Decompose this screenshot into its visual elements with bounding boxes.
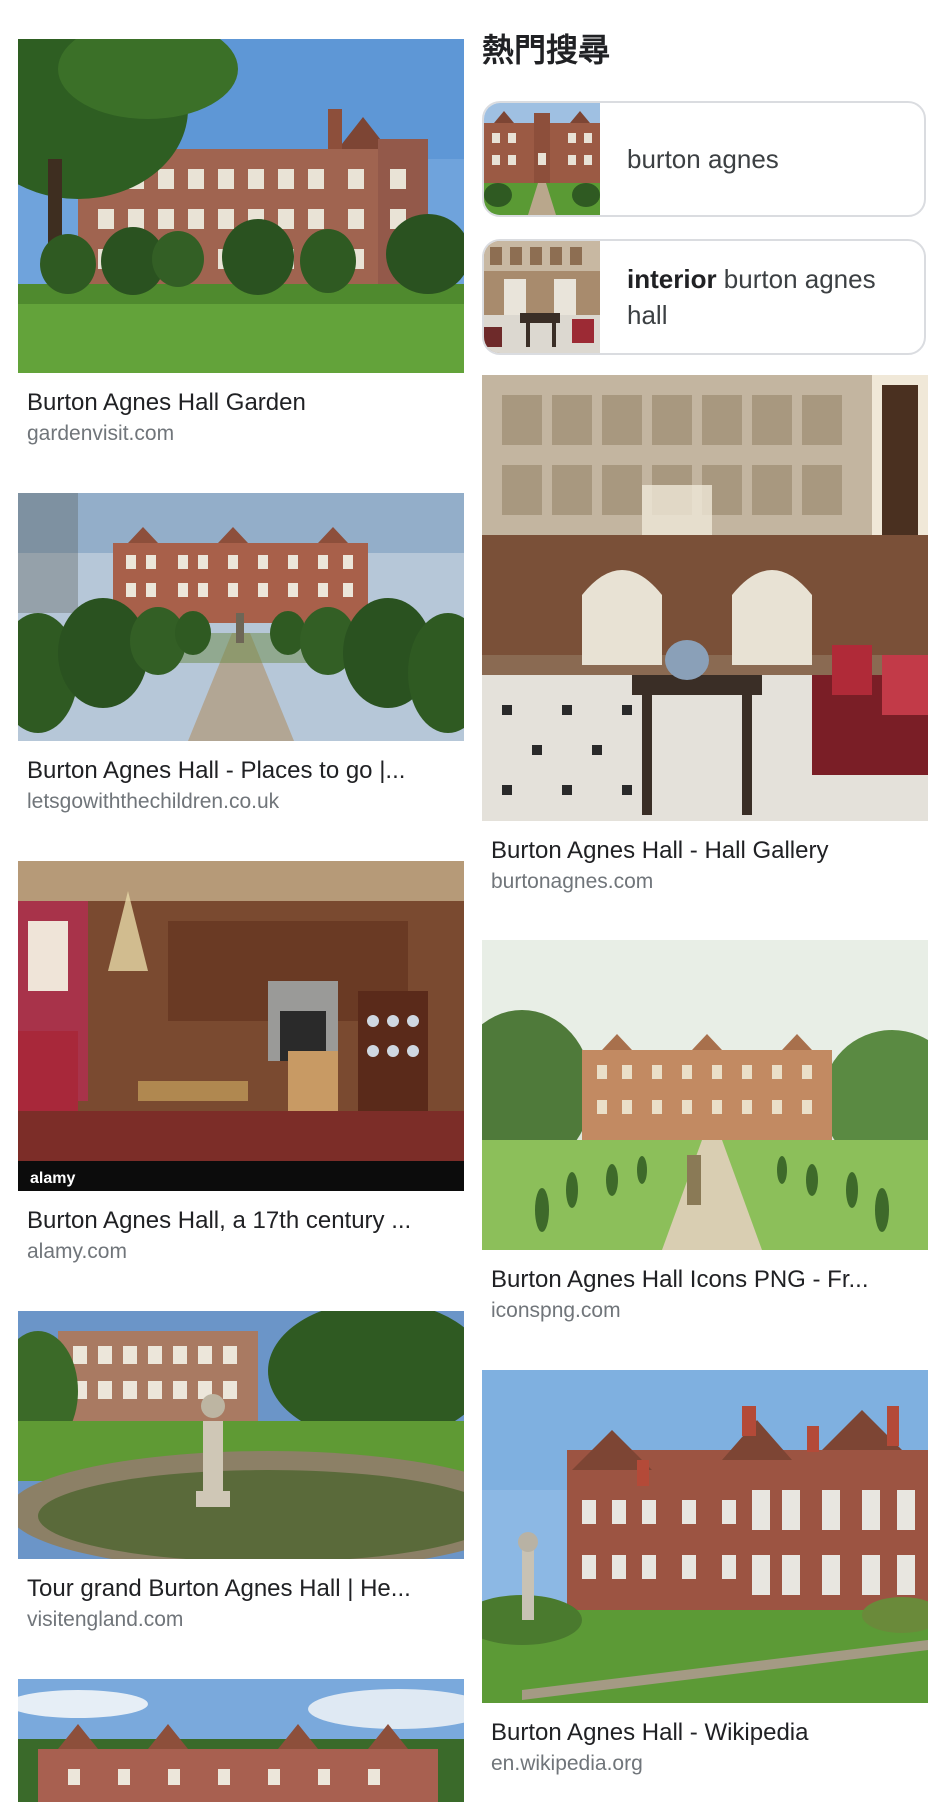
hall-with-topiary-garden-image[interactable] [18,39,464,373]
result-domain: letsgowiththechildren.co.uk [27,790,280,813]
drawing-room-interior-image[interactable]: alamy [18,861,464,1191]
result-domain: alamy.com [27,1240,127,1263]
great-hall-carved-screen-image[interactable] [482,375,928,821]
image-result-card[interactable]: Burton Agnes Hall Icons PNG - Fr... icon… [482,940,928,1330]
trending-searches-heading: 熱門搜尋 [482,31,611,69]
result-domain: gardenvisit.com [27,422,175,445]
result-domain: burtonagnes.com [491,870,654,893]
alamy-watermark: alamy [30,1170,75,1187]
result-title[interactable]: Burton Agnes Hall - Places to go |... [27,756,457,786]
result-title[interactable]: Tour grand Burton Agnes Hall | He... [27,1574,457,1604]
image-result-card[interactable]: Burton Agnes Hall - Hall Gallery burtona… [482,375,928,900]
hall-exterior-partial-image[interactable] [18,1679,464,1802]
image-result-card[interactable] [18,1679,464,1802]
image-result-card[interactable]: Burton Agnes Hall - Wikipedia en.wikiped… [482,1370,928,1790]
image-result-card[interactable]: alamy Burton Agnes Hall, a 17th century … [18,861,464,1274]
hall-topiary-avenue-image[interactable] [18,493,464,741]
trending-chip-label: interior burton agnes hall [627,264,876,330]
trending-chip-label: burton agnes [627,144,779,174]
image-result-card[interactable]: Burton Agnes Hall Garden gardenvisit.com [18,39,464,454]
result-title[interactable]: Burton Agnes Hall Garden [27,388,457,418]
trending-chip-interior-burton-agnes-hall[interactable]: interior burton agnes hall [482,239,926,355]
image-result-card[interactable]: Tour grand Burton Agnes Hall | He... vis… [18,1311,464,1641]
hall-painting-image[interactable] [482,940,928,1250]
result-title[interactable]: Burton Agnes Hall Icons PNG - Fr... [491,1265,921,1295]
result-title[interactable]: Burton Agnes Hall - Hall Gallery [491,836,921,866]
hall-exterior-thumbnail [484,103,600,215]
result-domain: visitengland.com [27,1608,184,1631]
image-result-card[interactable]: Burton Agnes Hall - Places to go |... le… [18,493,464,821]
result-title[interactable]: Burton Agnes Hall - Wikipedia [491,1718,921,1748]
hall-with-fountain-pond-image[interactable] [18,1311,464,1559]
result-title[interactable]: Burton Agnes Hall, a 17th century ... [27,1206,457,1236]
result-domain: en.wikipedia.org [491,1752,643,1775]
hall-interior-thumbnail [484,241,600,353]
hall-brick-facade-image[interactable] [482,1370,928,1703]
result-domain: iconspng.com [491,1299,621,1322]
trending-chip-burton-agnes[interactable]: burton agnes [482,101,926,217]
